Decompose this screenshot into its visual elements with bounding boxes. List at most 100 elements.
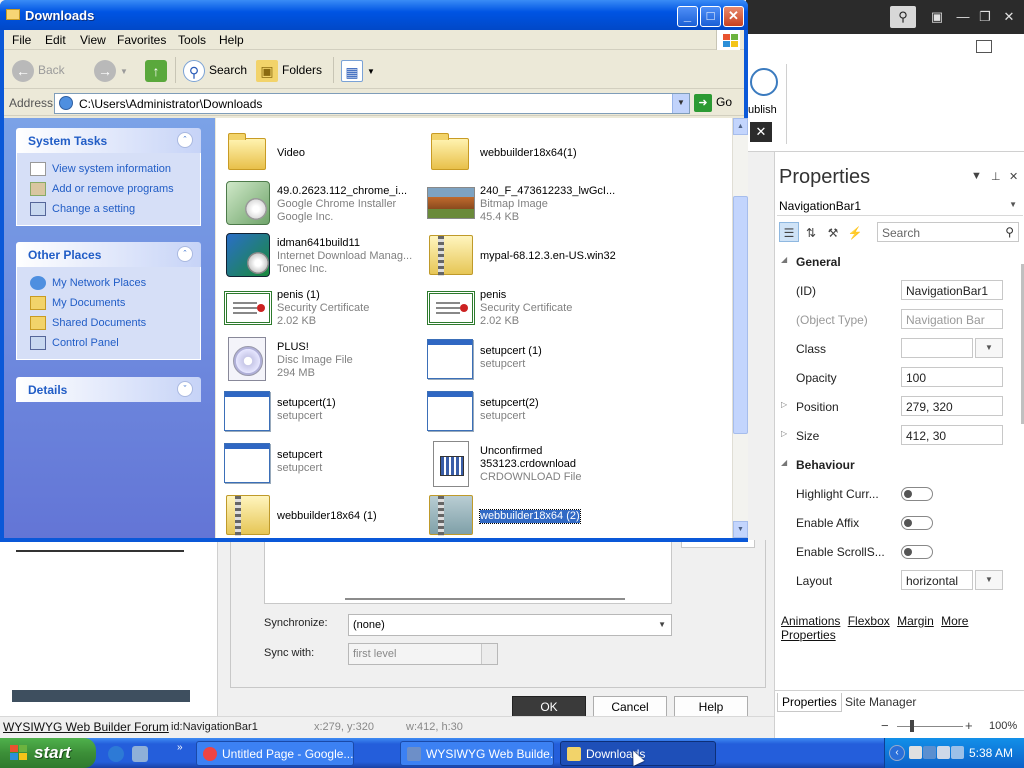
margin-link[interactable]: Margin bbox=[897, 614, 934, 628]
tray-monitor-icon[interactable] bbox=[937, 746, 950, 759]
other-places-header[interactable]: Other Places ˆ bbox=[16, 242, 201, 267]
restore-icon[interactable]: ❐ bbox=[972, 6, 998, 28]
file-item[interactable]: penis Security Certificate 2.02 KB bbox=[427, 283, 627, 333]
task-chrome[interactable]: Untitled Page - Google... bbox=[196, 741, 354, 766]
task-view-system-info[interactable]: View system information bbox=[17, 159, 200, 179]
prop-value-position[interactable]: 279, 320 bbox=[901, 396, 1003, 416]
minimize-button[interactable]: _ bbox=[677, 6, 698, 27]
place-control-panel[interactable]: Control Panel bbox=[17, 333, 200, 353]
cancel-button[interactable]: Cancel bbox=[593, 696, 667, 718]
task-wysiwyg[interactable]: WYSIWYG Web Builde... bbox=[400, 741, 554, 766]
collapse-icon[interactable]: ˆ bbox=[177, 132, 193, 148]
tray-volume-icon[interactable] bbox=[951, 746, 964, 759]
address-input[interactable]: C:\Users\Administrator\Downloads ▼ bbox=[54, 93, 690, 114]
tray-network-icon[interactable] bbox=[923, 746, 936, 759]
group-general[interactable]: ◢ General bbox=[775, 248, 1024, 277]
menu-favorites[interactable]: Favorites bbox=[117, 33, 166, 47]
file-item[interactable]: 49.0.2623.112_chrome_i... Google Chrome I… bbox=[224, 179, 424, 229]
search-icon[interactable]: ⚲ bbox=[890, 6, 916, 28]
show-hidden-icons-icon[interactable]: ‹ bbox=[889, 745, 905, 761]
expand-icon[interactable]: ▷ bbox=[781, 400, 787, 409]
file-list-scrollbar[interactable]: ▲ ▼ bbox=[732, 118, 748, 538]
wrench-icon[interactable]: ⚒ bbox=[823, 223, 843, 243]
internet-explorer-icon[interactable] bbox=[108, 746, 124, 762]
close-icon[interactable]: ✕ bbox=[1009, 170, 1018, 183]
tab-properties[interactable]: Properties bbox=[777, 693, 842, 712]
explorer-title-bar[interactable]: Downloads _ □ ✕ bbox=[0, 0, 748, 30]
menu-items-list[interactable] bbox=[264, 540, 672, 604]
file-item[interactable]: penis (1) Security Certificate 2.02 KB bbox=[224, 283, 424, 333]
file-item[interactable]: idman641build11 Internet Download Manag..… bbox=[224, 231, 424, 281]
expand-icon[interactable]: ˇ bbox=[177, 381, 193, 397]
file-name[interactable]: webbuilder18x64 (2) bbox=[479, 509, 581, 524]
zoom-slider-thumb[interactable] bbox=[910, 720, 914, 732]
pin-icon[interactable]: ⊥ bbox=[991, 170, 1001, 183]
file-item[interactable]: setupcert(2) setupcert bbox=[427, 387, 627, 437]
task-add-remove-programs[interactable]: Add or remove programs bbox=[17, 179, 200, 199]
properties-search-input[interactable]: Search ⚲ bbox=[877, 222, 1019, 242]
place-my-documents[interactable]: My Documents bbox=[17, 293, 200, 313]
menu-help[interactable]: Help bbox=[219, 33, 244, 47]
file-item[interactable]: webbuilder18x64(1) bbox=[427, 128, 627, 178]
close-icon[interactable]: ✕ bbox=[996, 6, 1022, 28]
file-item[interactable]: PLUS! Disc Image File 294 MB bbox=[224, 335, 424, 385]
go-button[interactable]: ➜ Go bbox=[694, 94, 732, 112]
publish-button-label[interactable]: ublish bbox=[748, 104, 777, 116]
menu-view[interactable]: View bbox=[80, 33, 106, 47]
zoom-slider-track[interactable] bbox=[897, 726, 963, 727]
window-layout-icon[interactable]: ▣ bbox=[924, 6, 950, 28]
place-network[interactable]: My Network Places bbox=[17, 273, 200, 293]
file-item[interactable]: setupcert(1) setupcert bbox=[224, 387, 424, 437]
details-header[interactable]: Details ˇ bbox=[16, 377, 201, 402]
sort-az-icon[interactable]: ⇅ bbox=[801, 223, 821, 243]
menu-tools[interactable]: Tools bbox=[178, 33, 206, 47]
zoom-in-icon[interactable]: + bbox=[965, 718, 973, 733]
list-scrollbar[interactable] bbox=[345, 598, 625, 600]
prop-value-class[interactable] bbox=[901, 338, 973, 358]
back-button[interactable]: ← Back bbox=[12, 57, 65, 83]
file-item[interactable]: setupcert (1) setupcert bbox=[427, 335, 627, 385]
chevron-down-icon[interactable]: ▼ bbox=[975, 338, 1003, 358]
ok-button[interactable]: OK bbox=[512, 696, 586, 718]
categorized-icon[interactable]: ☰ bbox=[779, 222, 799, 242]
prop-value-opacity[interactable]: 100 bbox=[901, 367, 1003, 387]
file-item-selected[interactable]: webbuilder18x64 (2) bbox=[427, 491, 627, 538]
prop-value-layout[interactable]: horizontal bbox=[901, 570, 973, 590]
flexbox-link[interactable]: Flexbox bbox=[848, 614, 890, 628]
file-item[interactable]: webbuilder18x64 (1) bbox=[224, 491, 424, 538]
zoom-out-icon[interactable]: − bbox=[881, 718, 889, 733]
object-select[interactable]: NavigationBar1 ▼ bbox=[777, 196, 1023, 216]
ribbon-options-icon[interactable] bbox=[976, 40, 992, 53]
expand-icon[interactable]: ▷ bbox=[781, 429, 787, 438]
folders-button[interactable]: ▣ Folders bbox=[256, 57, 322, 83]
close-button[interactable]: ✕ bbox=[723, 6, 744, 27]
chevron-down-icon[interactable]: ▼ bbox=[672, 94, 689, 113]
events-icon[interactable]: ⚡ bbox=[845, 223, 865, 243]
quicklaunch-more-icon[interactable]: » bbox=[177, 742, 183, 753]
show-desktop-icon[interactable] bbox=[132, 746, 148, 762]
file-item[interactable]: mypal-68.12.3.en-US.win32 bbox=[427, 231, 627, 281]
views-button[interactable]: ▦ ▼ bbox=[341, 57, 375, 83]
help-button[interactable]: Help bbox=[674, 696, 748, 718]
scroll-up-icon[interactable]: ▲ bbox=[733, 118, 748, 135]
highlight-toggle[interactable] bbox=[901, 487, 933, 501]
tray-tools-icon[interactable] bbox=[909, 746, 922, 759]
maximize-button[interactable]: □ bbox=[700, 6, 721, 27]
collapse-icon[interactable]: ◢ bbox=[781, 255, 787, 264]
scrollspy-toggle[interactable] bbox=[901, 545, 933, 559]
collapse-icon[interactable]: ◢ bbox=[781, 458, 787, 467]
chevron-down-icon[interactable]: ▼ bbox=[975, 570, 1003, 590]
prop-value-id[interactable]: NavigationBar1 bbox=[901, 280, 1003, 300]
panel-menu-icon[interactable]: ▼ bbox=[971, 170, 982, 182]
forward-button[interactable]: → ▼ bbox=[94, 57, 128, 83]
animations-link[interactable]: Animations bbox=[781, 614, 840, 628]
group-behaviour[interactable]: ◢ Behaviour bbox=[775, 451, 1024, 480]
sync-with-select[interactable]: first level bbox=[348, 643, 498, 665]
close-panel-icon[interactable]: ✕ bbox=[750, 122, 772, 142]
task-change-setting[interactable]: Change a setting bbox=[17, 199, 200, 219]
search-button[interactable]: ⚲ Search bbox=[183, 57, 247, 83]
menu-edit[interactable]: Edit bbox=[45, 33, 66, 47]
forum-link[interactable]: WYSIWYG Web Builder Forum bbox=[3, 720, 169, 734]
start-button[interactable]: start bbox=[0, 738, 96, 768]
file-item[interactable]: 240_F_473612233_lwGcI... Bitmap Image 45.4… bbox=[427, 179, 627, 229]
